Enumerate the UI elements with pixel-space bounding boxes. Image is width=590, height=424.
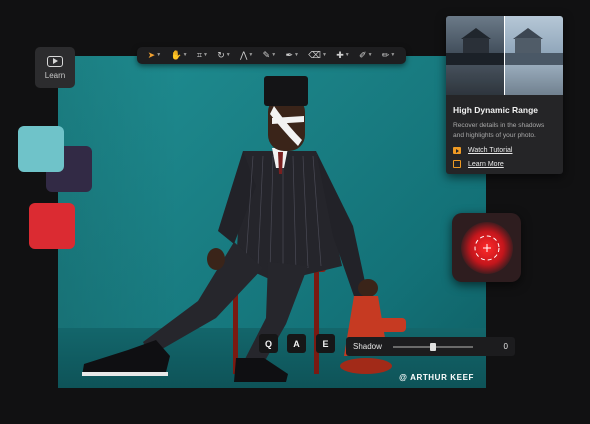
hill (504, 53, 563, 65)
chevron-down-icon[interactable]: ▼ (294, 53, 299, 58)
chevron-down-icon[interactable]: ▼ (390, 53, 395, 58)
hdr-description: Recover details in the shadows and highl… (453, 122, 545, 139)
stamp-icon: ✚ (336, 50, 344, 60)
hdr-title: High Dynamic Range (453, 105, 539, 115)
brush-icon: ✎ (262, 50, 271, 60)
stamp-tool[interactable]: ✚ ▼ (336, 51, 350, 60)
chevron-down-icon[interactable]: ▼ (368, 53, 373, 58)
chevron-down-icon[interactable]: ▼ (183, 53, 188, 58)
brush-tool[interactable]: ✎ ▼ (263, 51, 277, 60)
compare-divider[interactable] (504, 16, 505, 95)
learn-more-link[interactable]: Learn More (453, 160, 563, 168)
external-link-icon (453, 160, 461, 168)
color-swatch-teal[interactable] (18, 126, 64, 172)
video-icon (453, 147, 461, 154)
play-icon (47, 55, 63, 67)
pipette-tool[interactable]: ✐ ▼ (359, 51, 373, 60)
hdr-before-image (446, 16, 505, 95)
chevron-down-icon[interactable]: ▼ (156, 53, 161, 58)
eraser-icon: ⌫ (308, 50, 321, 60)
shadow-slider-track[interactable] (392, 342, 473, 351)
pen-icon: ✒ (285, 50, 294, 60)
hotkey-q[interactable]: Q (259, 334, 278, 353)
learn-more-label: Learn More (468, 160, 504, 168)
hdr-before-after-thumbnail (446, 16, 563, 95)
rotate-tool[interactable]: ↻ ▼ (217, 51, 231, 60)
learn-button[interactable]: Learn (35, 47, 75, 88)
shadow-label: Shadow (353, 342, 382, 351)
hotkey-a[interactable]: A (287, 334, 306, 353)
perspective-icon: ⋀ (240, 50, 248, 60)
chevron-down-icon[interactable]: ▼ (322, 53, 327, 58)
eraser-tool[interactable]: ⌫ ▼ (308, 51, 327, 60)
chevron-down-icon[interactable]: ▼ (271, 53, 276, 58)
crop-tool[interactable]: ⌗ ▼ (197, 51, 208, 60)
hdr-after-image (504, 16, 563, 95)
move-tool[interactable]: ➤ ▼ (148, 51, 162, 60)
radial-glow (460, 221, 513, 274)
hotkey-e[interactable]: E (316, 334, 335, 353)
move-icon: ➤ (147, 50, 156, 60)
chevron-down-icon[interactable]: ▼ (226, 53, 231, 58)
hdr-panel: High Dynamic Range Recover details in th… (446, 16, 563, 174)
chevron-down-icon[interactable]: ▼ (248, 53, 253, 58)
crosshair-icon (474, 235, 499, 260)
learn-label: Learn (44, 70, 66, 80)
pen-tool[interactable]: ✒ ▼ (285, 51, 299, 60)
radial-mask-button[interactable] (452, 213, 521, 282)
hand-tool[interactable]: ✋ ▼ (170, 51, 187, 60)
water (446, 65, 505, 95)
hand-icon: ✋ (170, 50, 182, 60)
pencil-icon: ✏ (381, 50, 390, 60)
watch-tutorial-link[interactable]: Watch Tutorial (453, 147, 563, 154)
chevron-down-icon[interactable]: ▼ (203, 53, 208, 58)
color-swatch-red[interactable] (29, 203, 75, 249)
pencil-tool[interactable]: ✏ ▼ (382, 51, 396, 60)
pipette-icon: ✐ (359, 50, 367, 60)
photo-credit: @ ARTHUR KEEF (399, 373, 474, 382)
shadow-slider-panel: Shadow 0 (346, 337, 515, 356)
shadow-value: 0 (503, 342, 508, 351)
rotate-icon: ↻ (217, 50, 225, 60)
perspective-tool[interactable]: ⋀ ▼ (240, 51, 253, 60)
shadow-slider-thumb[interactable] (429, 342, 436, 351)
tool-toolbar: ➤ ▼ ✋ ▼ ⌗ ▼ ↻ ▼ ⋀ ▼ ✎ ▼ ✒ ▼ ⌫ ▼ ✚ ▼ ✐ ▼ ✏ ▼ (137, 47, 406, 64)
crop-icon: ⌗ (196, 50, 202, 60)
watch-tutorial-label: Watch Tutorial (468, 147, 513, 154)
chevron-down-icon[interactable]: ▼ (345, 53, 350, 58)
hill (446, 53, 505, 65)
water (504, 65, 563, 95)
